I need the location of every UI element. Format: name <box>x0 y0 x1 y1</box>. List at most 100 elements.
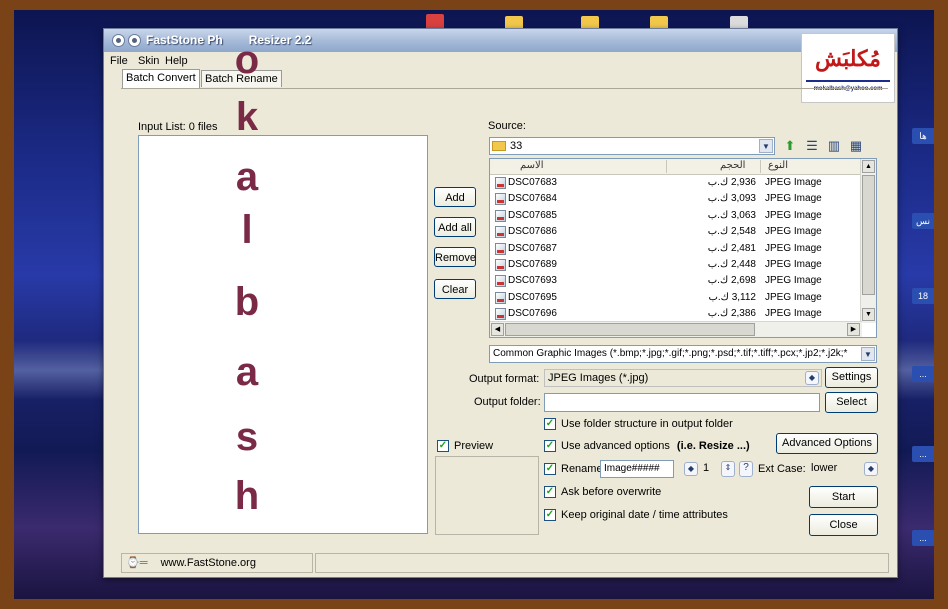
scroll-left-button[interactable]: ◀ <box>491 323 504 336</box>
use-folder-structure-checkbox[interactable]: ✓ <box>544 418 556 430</box>
rename-pattern-value: Image##### <box>604 463 660 474</box>
folder-up-icon[interactable]: ⬆ <box>782 138 798 154</box>
jpeg-file-icon <box>495 308 506 321</box>
rename-start-stepper[interactable]: ⇕ <box>721 461 735 477</box>
status-progress-cell <box>315 553 889 573</box>
add-all-button[interactable]: Add all <box>434 217 476 237</box>
settings-button[interactable]: Settings <box>825 367 878 388</box>
header-divider[interactable] <box>760 160 761 173</box>
source-folder-combo[interactable]: 33 ▼ <box>489 137 775 155</box>
rename-help-button[interactable]: ? <box>739 461 753 477</box>
desktop-right-label[interactable]: 18 <box>912 288 934 304</box>
file-row[interactable]: DSC07693 2,698 ك.ب JPEG Image <box>490 273 862 289</box>
file-row[interactable]: DSC07696 2,386 ك.ب JPEG Image <box>490 306 862 322</box>
keep-date-checkbox[interactable]: ✓ <box>544 509 556 521</box>
file-row[interactable]: DSC07684 3,093 ك.ب JPEG Image <box>490 191 862 207</box>
vertical-scrollbar[interactable]: ▲ ▼ <box>860 159 876 323</box>
file-row[interactable]: DSC07686 2,548 ك.ب JPEG Image <box>490 224 862 240</box>
file-type: JPEG Image <box>765 275 822 287</box>
file-size: 3,093 ك.ب <box>707 193 756 205</box>
watermark-letter: b <box>234 280 260 324</box>
header-name[interactable]: الاسم <box>520 160 544 171</box>
desktop-right-label[interactable]: ... <box>912 446 934 462</box>
file-name: DSC07695 <box>508 291 557 303</box>
file-row[interactable]: DSC07685 3,063 ك.ب JPEG Image <box>490 208 862 224</box>
status-url[interactable]: www.FastStone.org <box>161 557 256 569</box>
jpeg-file-icon <box>495 259 506 271</box>
file-list-header: الاسم الحجم النوع <box>490 159 862 175</box>
output-format-select[interactable]: JPEG Images (*.jpg) ◆ <box>544 369 822 387</box>
file-size: 2,936 ك.ب <box>707 177 756 188</box>
file-name: DSC07696 <box>508 308 557 320</box>
file-size: 3,112 ك.ب <box>708 291 756 303</box>
rename-checkbox[interactable]: ✓ <box>544 463 556 475</box>
desktop-right-label[interactable]: ها <box>912 128 934 144</box>
file-type-filter[interactable]: Common Graphic Images (*.bmp;*.jpg;*.gif… <box>489 345 877 363</box>
file-row[interactable]: DSC07687 2,481 ك.ب JPEG Image <box>490 241 862 257</box>
vertical-scroll-thumb[interactable] <box>862 175 875 295</box>
file-size: 2,698 ك.ب <box>707 275 756 287</box>
start-button[interactable]: Start <box>809 486 878 508</box>
scroll-down-button[interactable]: ▼ <box>862 308 875 321</box>
ext-case-select[interactable]: lower ◆ <box>808 460 878 478</box>
rename-label: Rename <box>561 463 603 475</box>
file-row[interactable]: DSC07689 2,448 ك.ب JPEG Image <box>490 257 862 273</box>
desktop-right-label[interactable]: نس <box>912 213 934 229</box>
chevron-down-icon[interactable]: ▼ <box>759 139 773 153</box>
file-row[interactable]: DSC07683 2,936 ك.ب JPEG Image <box>490 175 862 191</box>
use-advanced-options-text: Use advanced options <box>561 440 670 452</box>
watermark-letter: a <box>235 155 259 199</box>
horizontal-scrollbar[interactable]: ◀ ▶ <box>490 321 862 337</box>
details-view-icon[interactable]: ▥ <box>826 138 842 154</box>
use-folder-structure-label: Use folder structure in output folder <box>561 418 733 430</box>
file-type: JPEG Image <box>765 209 822 221</box>
add-button[interactable]: Add <box>434 187 476 207</box>
ask-overwrite-checkbox[interactable]: ✓ <box>544 486 556 498</box>
clear-button[interactable]: Clear <box>434 279 476 299</box>
watermark-letter: k <box>235 95 259 139</box>
watermark-letter: l <box>241 208 253 252</box>
rename-pattern-dropdown[interactable]: ◆ <box>684 462 698 476</box>
preview-pane <box>435 456 539 535</box>
status-bar: ⌚═ www.FastStone.org <box>121 553 889 573</box>
preview-checkbox[interactable]: ✓ <box>437 440 449 452</box>
close-button[interactable]: Close <box>809 514 878 536</box>
header-size[interactable]: الحجم <box>720 160 745 171</box>
scroll-right-button[interactable]: ▶ <box>847 323 860 336</box>
jpeg-file-icon <box>495 193 506 206</box>
file-row[interactable]: DSC07695 3,112 ك.ب JPEG Image <box>490 290 862 306</box>
rename-pattern-input[interactable]: Image##### <box>600 460 674 478</box>
faststone-logo-icon: ⌚═ <box>126 557 148 569</box>
jpeg-file-icon <box>495 275 506 288</box>
use-advanced-options-checkbox[interactable]: ✓ <box>544 440 556 452</box>
logo-underline <box>806 80 890 82</box>
advanced-options-button[interactable]: Advanced Options <box>776 433 878 454</box>
file-name: DSC07693 <box>508 275 557 287</box>
list-view-icon[interactable]: ☰ <box>804 138 820 154</box>
select-folder-button[interactable]: Select <box>825 392 878 413</box>
file-type-filter-value: Common Graphic Images (*.bmp;*.jpg;*.gif… <box>493 348 848 359</box>
scroll-up-button[interactable]: ▲ <box>862 160 875 173</box>
jpeg-file-icon <box>495 226 506 239</box>
folder-icon <box>492 141 506 151</box>
desktop-right-label[interactable]: ... <box>912 366 934 382</box>
file-type: JPEG Image <box>765 308 822 320</box>
thumbnails-view-icon[interactable]: ▦ <box>848 138 864 154</box>
desktop-right-label[interactable]: ... <box>912 530 934 546</box>
chevron-down-icon[interactable]: ▼ <box>861 347 875 361</box>
file-type: JPEG Image <box>765 193 822 205</box>
output-folder-input[interactable] <box>544 393 820 412</box>
chevron-down-icon[interactable]: ◆ <box>805 371 819 385</box>
jpeg-file-icon <box>495 209 506 222</box>
file-list[interactable]: الاسم الحجم النوع DSC07683 2,936 ك.ب JPEG … <box>489 158 877 338</box>
remove-button[interactable]: Remove <box>434 247 476 267</box>
file-type: JPEG Image <box>765 226 822 238</box>
chevron-down-icon[interactable]: ◆ <box>864 462 878 476</box>
file-name: DSC07685 <box>508 209 557 221</box>
status-url-cell[interactable]: ⌚═ www.FastStone.org <box>121 553 313 573</box>
jpeg-file-icon <box>495 242 506 255</box>
file-type: JPEG Image <box>765 291 822 303</box>
horizontal-scroll-thumb[interactable] <box>505 323 755 336</box>
header-type[interactable]: النوع <box>768 160 788 171</box>
header-divider[interactable] <box>666 160 667 173</box>
